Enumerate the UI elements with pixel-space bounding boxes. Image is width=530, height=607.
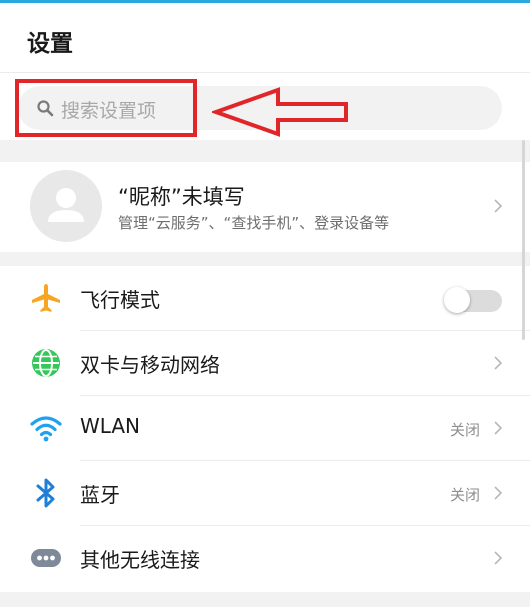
chevron-right-icon [494,356,503,370]
chevron-right-icon [494,486,503,500]
person-icon [48,188,84,222]
settings-item-wlan[interactable]: WLAN 关闭 [0,396,530,460]
settings-item-bluetooth[interactable]: 蓝牙 关闭 [0,461,530,525]
globe-icon [32,349,60,377]
wifi-icon [30,416,62,442]
bluetooth-icon [36,478,55,508]
section-gap [0,592,530,607]
bluetooth-status: 关闭 [450,486,481,504]
avatar [30,170,102,242]
scrollbar[interactable] [522,140,525,340]
divider [0,72,530,73]
airplane-mode-label: 飞行模式 [80,288,160,312]
top-accent-bar [0,0,530,3]
other-wireless-label: 其他无线连接 [80,548,200,572]
wlan-label: WLAN [80,414,141,438]
section-gap [0,140,530,162]
chevron-right-icon [494,421,503,435]
section-gap [0,252,530,266]
settings-item-airplane-mode[interactable]: 飞行模式 [0,266,530,330]
wlan-status: 关闭 [450,421,481,439]
settings-item-dual-sim-network[interactable]: 双卡与移动网络 [0,331,530,395]
airplane-icon [32,284,60,312]
account-name: “昵称”未填写 [118,185,245,209]
account-row[interactable]: “昵称”未填写 管理“云服务”、“查找手机”、登录设备等 [0,162,530,252]
bluetooth-label: 蓝牙 [80,483,120,507]
dual-sim-label: 双卡与移动网络 [80,353,220,377]
chevron-right-icon [494,551,503,565]
annotation-arrow-icon [212,87,348,137]
settings-item-other-wireless[interactable]: 其他无线连接 [0,526,530,590]
airplane-mode-toggle[interactable] [444,287,502,313]
account-subtitle: 管理“云服务”、“查找手机”、登录设备等 [118,214,390,232]
more-dots-icon [31,549,61,567]
annotation-highlight-box [15,79,197,137]
page-title: 设置 [27,31,73,57]
chevron-right-icon [494,199,503,213]
